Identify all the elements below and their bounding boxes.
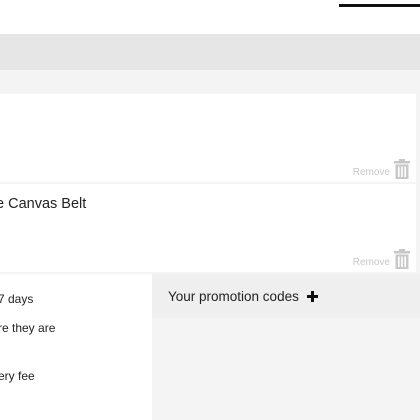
delivery-info-panel: 7 days re they are ery fee: [0, 274, 152, 420]
cart-item-card: Remove: [0, 94, 416, 182]
promotion-codes-label: Your promotion codes: [168, 288, 299, 304]
remove-item-button[interactable]: Remove: [353, 249, 410, 269]
promotion-codes-toggle[interactable]: Your promotion codes: [152, 274, 420, 318]
trash-icon: [394, 159, 410, 179]
spacer: [0, 70, 420, 92]
remove-label: Remove: [352, 167, 390, 178]
section-header-band: [0, 34, 420, 70]
remove-label: Remove: [352, 257, 390, 268]
delivery-fee-text: ery fee: [0, 369, 35, 383]
trash-icon: [394, 249, 410, 269]
header-underline: [339, 4, 420, 7]
cart-item-card: e Canvas Belt Remove: [0, 184, 416, 272]
delivery-time-text: 7 days: [0, 292, 34, 306]
delivery-location-text: re they are: [0, 321, 56, 335]
remove-item-button[interactable]: Remove: [353, 159, 410, 179]
plus-icon[interactable]: [306, 290, 318, 302]
cart-item-name[interactable]: e Canvas Belt: [0, 196, 86, 212]
